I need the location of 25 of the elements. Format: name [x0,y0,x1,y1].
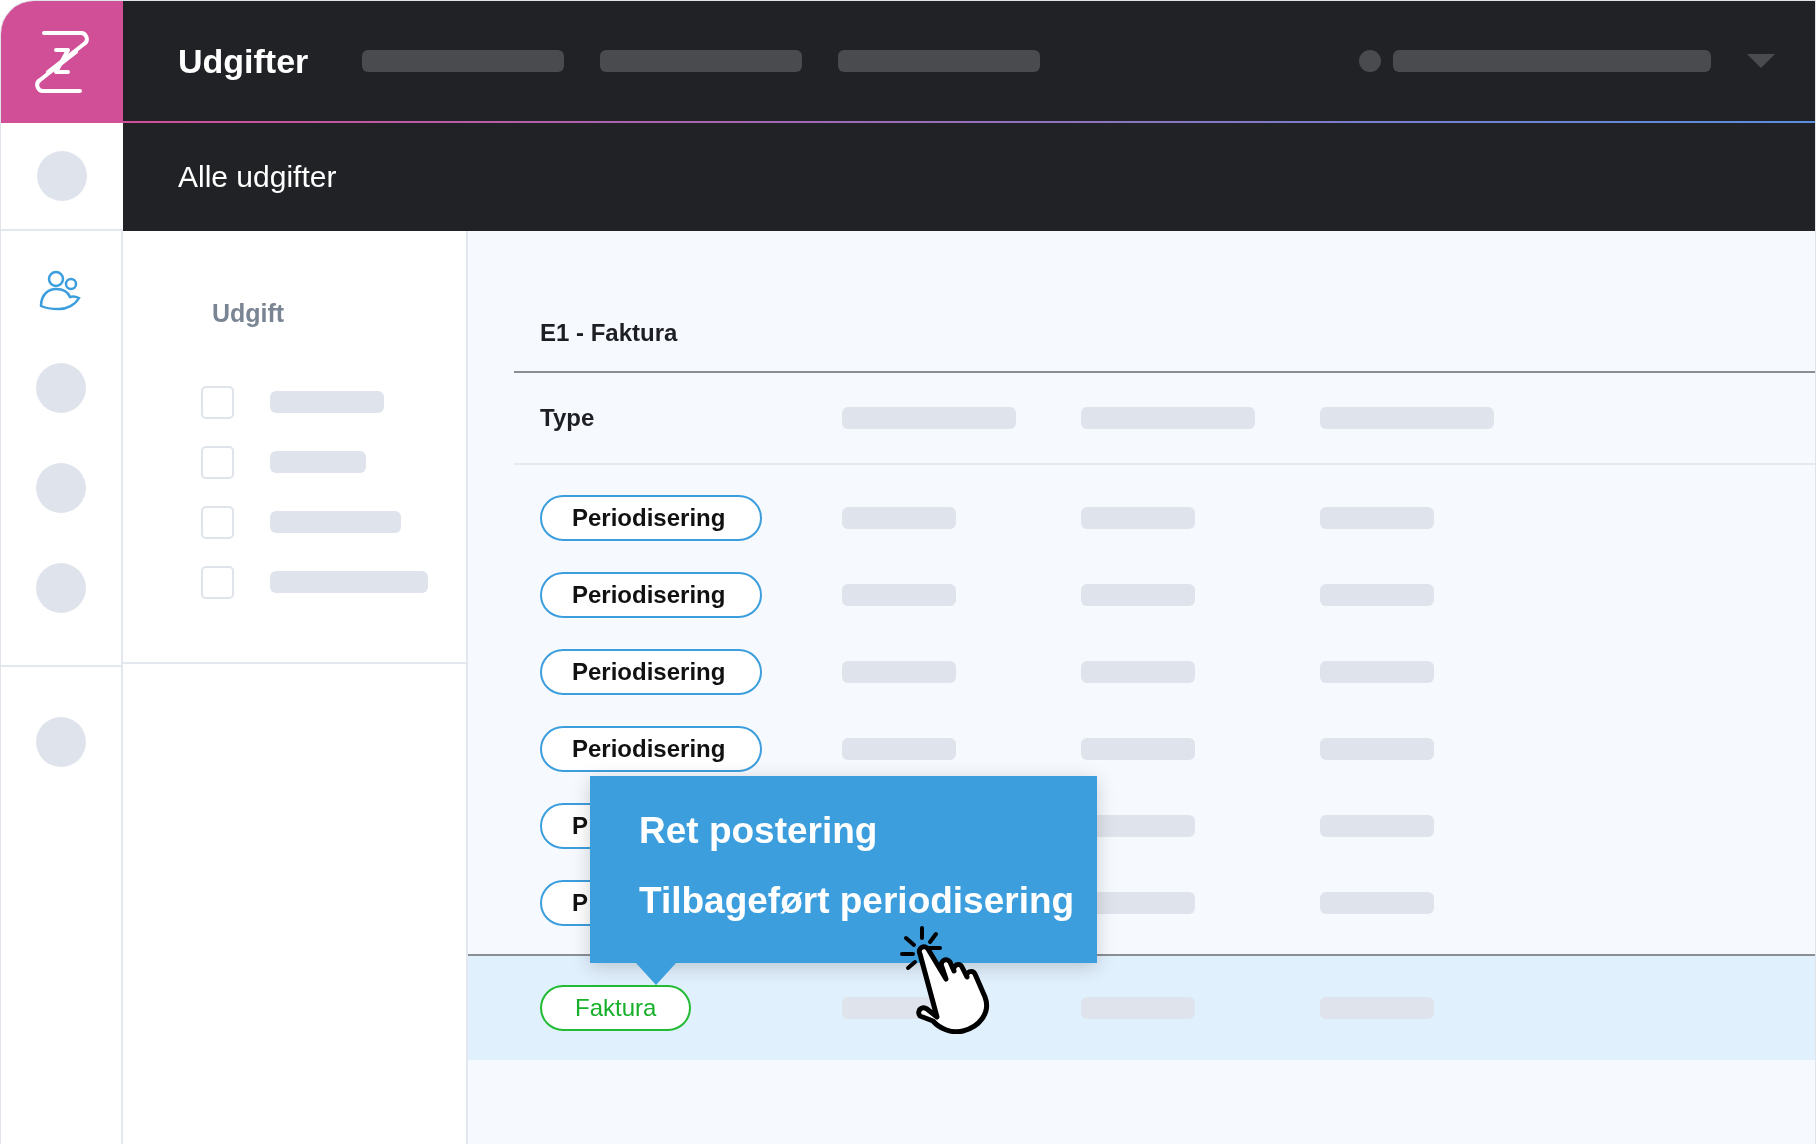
table-title: E1 - Faktura [514,319,1815,373]
logo-icon [34,30,90,94]
section-title: Alle udgifter [178,160,337,194]
placeholder-dot [1359,50,1381,72]
checkbox[interactable] [201,385,234,419]
rail-icon-placeholder[interactable] [36,463,86,513]
type-tag: Periodisering [540,725,762,772]
page-title: Udgifter [178,41,309,81]
selected-row[interactable]: Faktura [468,954,1815,1060]
checkbox[interactable] [201,505,234,539]
type-tag: Faktura [540,985,692,1031]
rail-icon-placeholder[interactable] [36,563,86,613]
column-header: Type [540,404,596,432]
type-tag: Periodisering [540,571,762,618]
caret-icon[interactable] [1747,54,1775,68]
checkbox[interactable] [201,565,234,599]
app-logo[interactable] [1,1,123,123]
people-icon[interactable] [39,269,83,313]
rail-icon-placeholder[interactable] [37,151,87,201]
rail-icon-placeholder[interactable] [36,363,86,413]
filter-title: Udgift [212,299,286,328]
rail-icon-placeholder[interactable] [36,717,86,767]
checkbox[interactable] [201,445,234,479]
type-tag: Periodisering [540,494,762,541]
type-tag: Periodisering [540,648,762,695]
